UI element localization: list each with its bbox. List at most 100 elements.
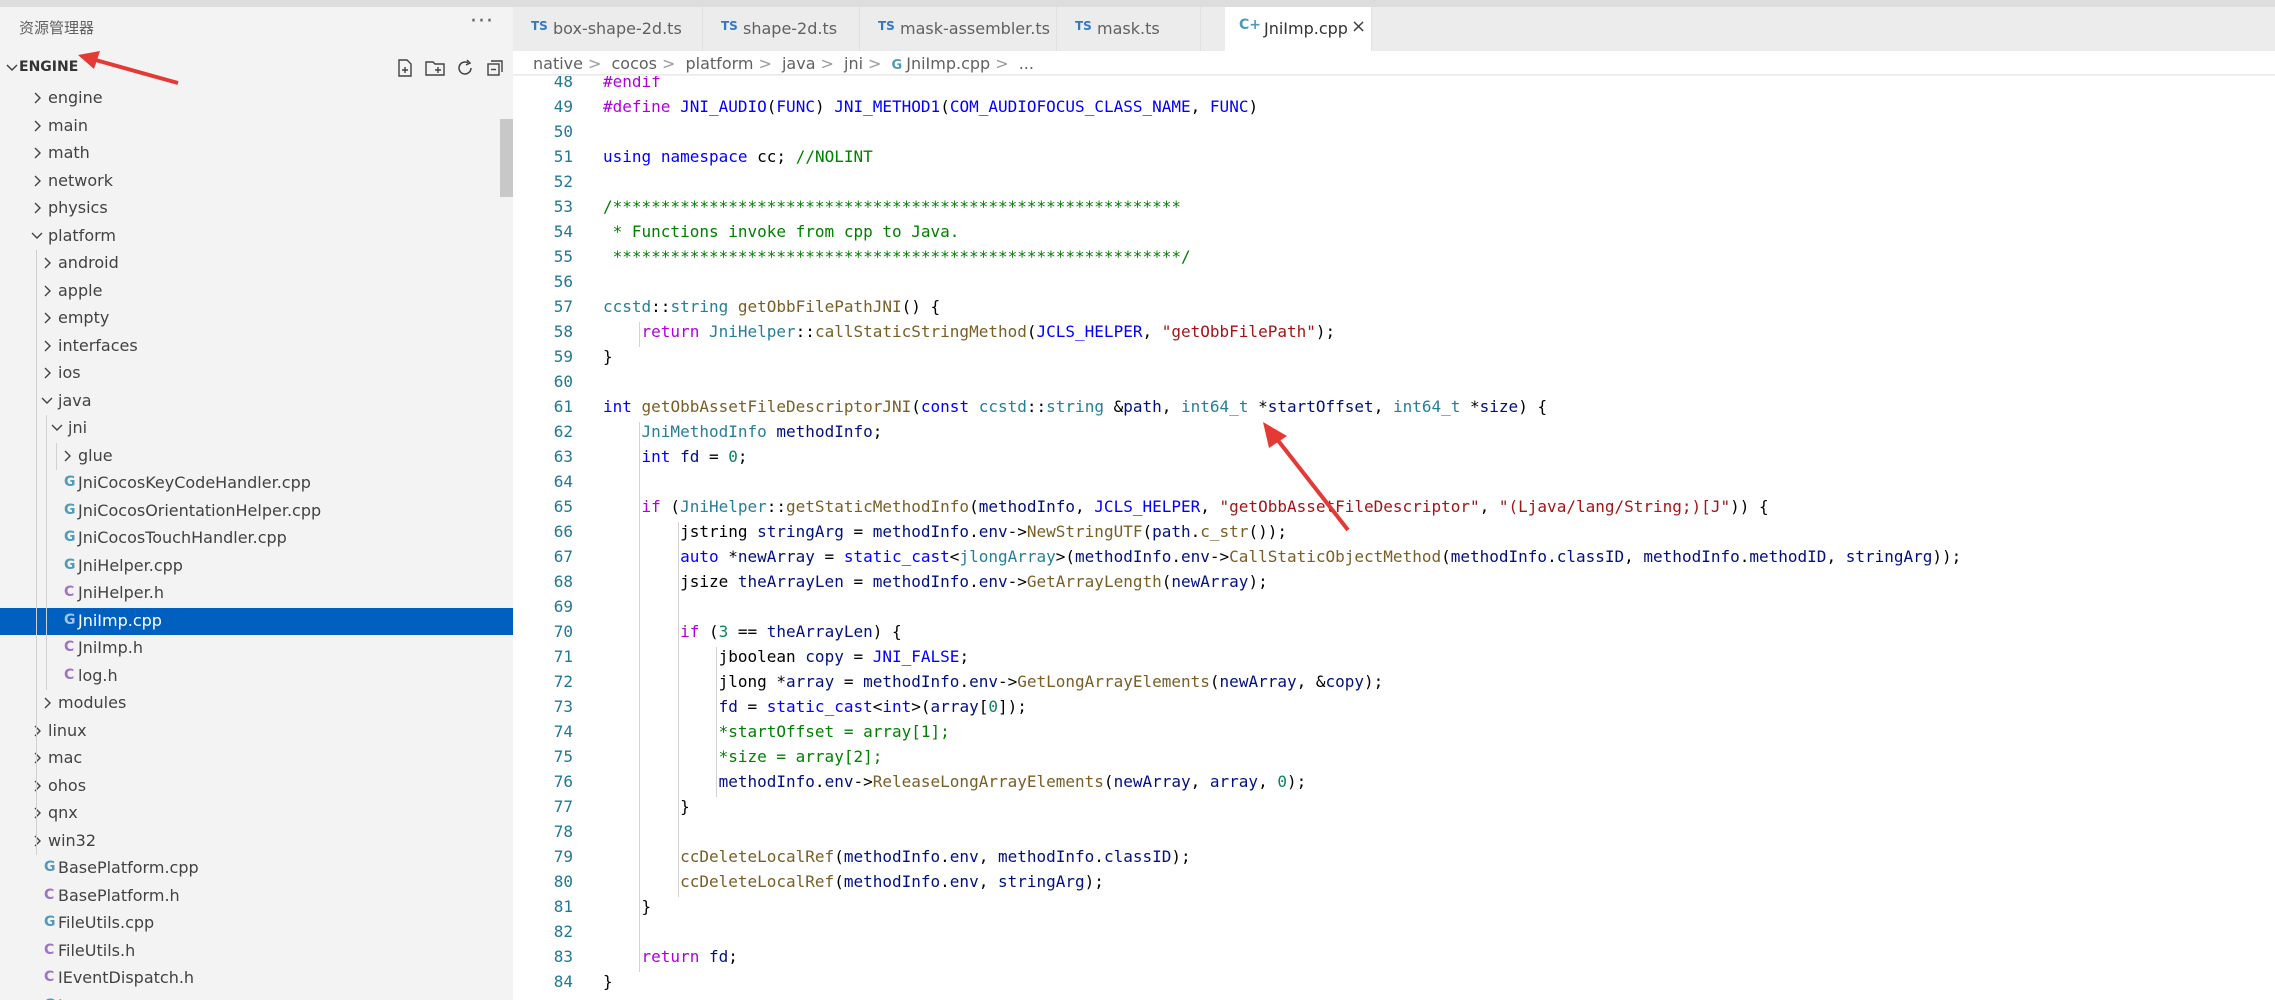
- chevron-down-icon[interactable]: [50, 421, 64, 435]
- folder-item[interactable]: ohos: [0, 773, 513, 801]
- chevron-right-icon[interactable]: [30, 201, 44, 215]
- folder-item[interactable]: empty: [0, 305, 513, 333]
- file-item[interactable]: C IEventDispatch.h: [0, 965, 513, 993]
- code-line[interactable]: jsize theArrayLen = methodInfo.env->GetA…: [603, 572, 1268, 591]
- code-line[interactable]: return fd;: [603, 947, 738, 966]
- file-item[interactable]: G JniCocosTouchHandler.cpp: [0, 525, 513, 553]
- chevron-down-icon[interactable]: [30, 229, 44, 243]
- code-line[interactable]: int getObbAssetFileDescriptorJNI(const c…: [603, 397, 1547, 416]
- code-line[interactable]: fd = static_cast<int>(array[0]);: [603, 697, 1027, 716]
- folder-item[interactable]: physics: [0, 195, 513, 223]
- code-line[interactable]: int fd = 0;: [603, 447, 748, 466]
- chevron-right-icon[interactable]: [30, 751, 44, 765]
- chevron-right-icon[interactable]: [30, 174, 44, 188]
- folder-item[interactable]: interfaces: [0, 333, 513, 361]
- chevron-right-icon[interactable]: [30, 91, 44, 105]
- new-folder-icon[interactable]: [424, 57, 446, 79]
- code-line[interactable]: *size = array[2];: [603, 747, 883, 766]
- code-line[interactable]: ccDeleteLocalRef(methodInfo.env, methodI…: [603, 847, 1191, 866]
- chevron-right-icon[interactable]: [30, 119, 44, 133]
- file-item[interactable]: C JniHelper.h: [0, 580, 513, 608]
- code-line[interactable]: }: [603, 347, 613, 366]
- folder-item[interactable]: network: [0, 168, 513, 196]
- file-item[interactable]: G JniImp.cpp: [0, 607, 513, 635]
- code-line[interactable]: return JniHelper::callStaticStringMethod…: [603, 322, 1336, 341]
- file-item[interactable]: C FileUtils.h: [0, 938, 513, 966]
- code-line[interactable]: jstring stringArg = methodInfo.env->NewS…: [603, 522, 1287, 541]
- code-editor[interactable]: 48 #endif 49 #define JNI_AUDIO(FUNC) JNI_ME…: [513, 76, 2275, 1000]
- breadcrumb-item[interactable]: platform: [686, 54, 754, 73]
- chevron-right-icon[interactable]: [30, 834, 44, 848]
- code-line[interactable]: }: [603, 897, 652, 916]
- code-line[interactable]: ****************************************…: [603, 247, 1191, 266]
- folder-item[interactable]: java: [0, 388, 513, 416]
- breadcrumb-item[interactable]: ...: [1019, 54, 1034, 73]
- chevron-right-icon[interactable]: [40, 256, 54, 270]
- code-line[interactable]: ccstd::string getObbFilePathJNI() {: [603, 297, 940, 316]
- chevron-right-icon[interactable]: [30, 146, 44, 160]
- file-item[interactable]: GImage.cpp: [0, 993, 513, 1000]
- chevron-down-icon[interactable]: [40, 394, 54, 408]
- folder-item[interactable]: modules: [0, 690, 513, 718]
- folder-item[interactable]: ios: [0, 360, 513, 388]
- folder-item[interactable]: android: [0, 250, 513, 278]
- chevron-right-icon[interactable]: [40, 311, 54, 325]
- file-item[interactable]: G JniHelper.cpp: [0, 553, 513, 581]
- code-line[interactable]: * Functions invoke from cpp to Java.: [603, 222, 960, 241]
- code-line[interactable]: if (JniHelper::getStaticMethodInfo(metho…: [603, 497, 1769, 516]
- code-line[interactable]: methodInfo.env->ReleaseLongArrayElements…: [603, 772, 1307, 791]
- chevron-right-icon[interactable]: [40, 366, 54, 380]
- tab-mask-assembler[interactable]: TS mask-assembler.ts: [860, 7, 1057, 51]
- folder-item[interactable]: mac: [0, 745, 513, 773]
- code-line[interactable]: /***************************************…: [603, 197, 1181, 216]
- file-item[interactable]: G BasePlatform.cpp: [0, 855, 513, 883]
- folder-item[interactable]: apple: [0, 278, 513, 306]
- more-actions-icon[interactable]: ···: [470, 9, 494, 34]
- sidebar-scrollbar[interactable]: [500, 119, 513, 197]
- refresh-icon[interactable]: [454, 57, 476, 79]
- chevron-right-icon[interactable]: [40, 284, 54, 298]
- folder-item[interactable]: linux: [0, 718, 513, 746]
- chevron-right-icon[interactable]: [30, 806, 44, 820]
- chevron-right-icon[interactable]: [60, 449, 74, 463]
- chevron-right-icon[interactable]: [40, 339, 54, 353]
- folder-item[interactable]: main: [0, 113, 513, 141]
- breadcrumb-item[interactable]: JniImp.cpp: [906, 54, 990, 73]
- folder-item[interactable]: math: [0, 140, 513, 168]
- code-line[interactable]: auto *newArray = static_cast<jlongArray>…: [603, 547, 1961, 566]
- chevron-right-icon[interactable]: [40, 696, 54, 710]
- code-line[interactable]: }: [603, 972, 613, 991]
- code-line[interactable]: if (3 == theArrayLen) {: [603, 622, 902, 641]
- collapse-all-icon[interactable]: [484, 57, 506, 79]
- code-line[interactable]: using namespace cc; //NOLINT: [603, 147, 873, 166]
- file-item[interactable]: G JniCocosKeyCodeHandler.cpp: [0, 470, 513, 498]
- folder-item[interactable]: glue: [0, 443, 513, 471]
- new-file-icon[interactable]: [394, 57, 416, 79]
- breadcrumb-item[interactable]: jni: [844, 54, 863, 73]
- folder-item[interactable]: jni: [0, 415, 513, 443]
- breadcrumb-item[interactable]: native: [533, 54, 583, 73]
- chevron-right-icon[interactable]: [30, 779, 44, 793]
- code-line[interactable]: JniMethodInfo methodInfo;: [603, 422, 883, 441]
- folder-item[interactable]: win32: [0, 828, 513, 856]
- breadcrumb-item[interactable]: cocos: [611, 54, 657, 73]
- code-line[interactable]: #define JNI_AUDIO(FUNC) JNI_METHOD1(COM_…: [603, 97, 1258, 116]
- tab-shape-2d[interactable]: TS shape-2d.ts: [703, 7, 860, 51]
- code-line[interactable]: }: [603, 797, 690, 816]
- close-icon[interactable]: ×: [1351, 16, 1366, 37]
- code-line[interactable]: #endif: [603, 76, 661, 91]
- code-line[interactable]: jboolean copy = JNI_FALSE;: [603, 647, 969, 666]
- file-item[interactable]: Clog.h: [0, 663, 513, 691]
- breadcrumb-item[interactable]: java: [782, 54, 816, 73]
- tab-jniimp-cpp[interactable]: C+ JniImp.cpp ×: [1225, 7, 1372, 51]
- tab-mask[interactable]: TS mask.ts: [1057, 7, 1201, 51]
- tab-box-shape-2d[interactable]: TS box-shape-2d.ts: [513, 7, 703, 51]
- file-item[interactable]: G FileUtils.cpp: [0, 910, 513, 938]
- folder-item[interactable]: qnx: [0, 800, 513, 828]
- code-line[interactable]: *startOffset = array[1];: [603, 722, 950, 741]
- chevron-right-icon[interactable]: [30, 724, 44, 738]
- file-item[interactable]: C BasePlatform.h: [0, 883, 513, 911]
- file-item[interactable]: C JniImp.h: [0, 635, 513, 663]
- code-line[interactable]: jlong *array = methodInfo.env->GetLongAr…: [603, 672, 1384, 691]
- folder-item[interactable]: platform: [0, 223, 513, 251]
